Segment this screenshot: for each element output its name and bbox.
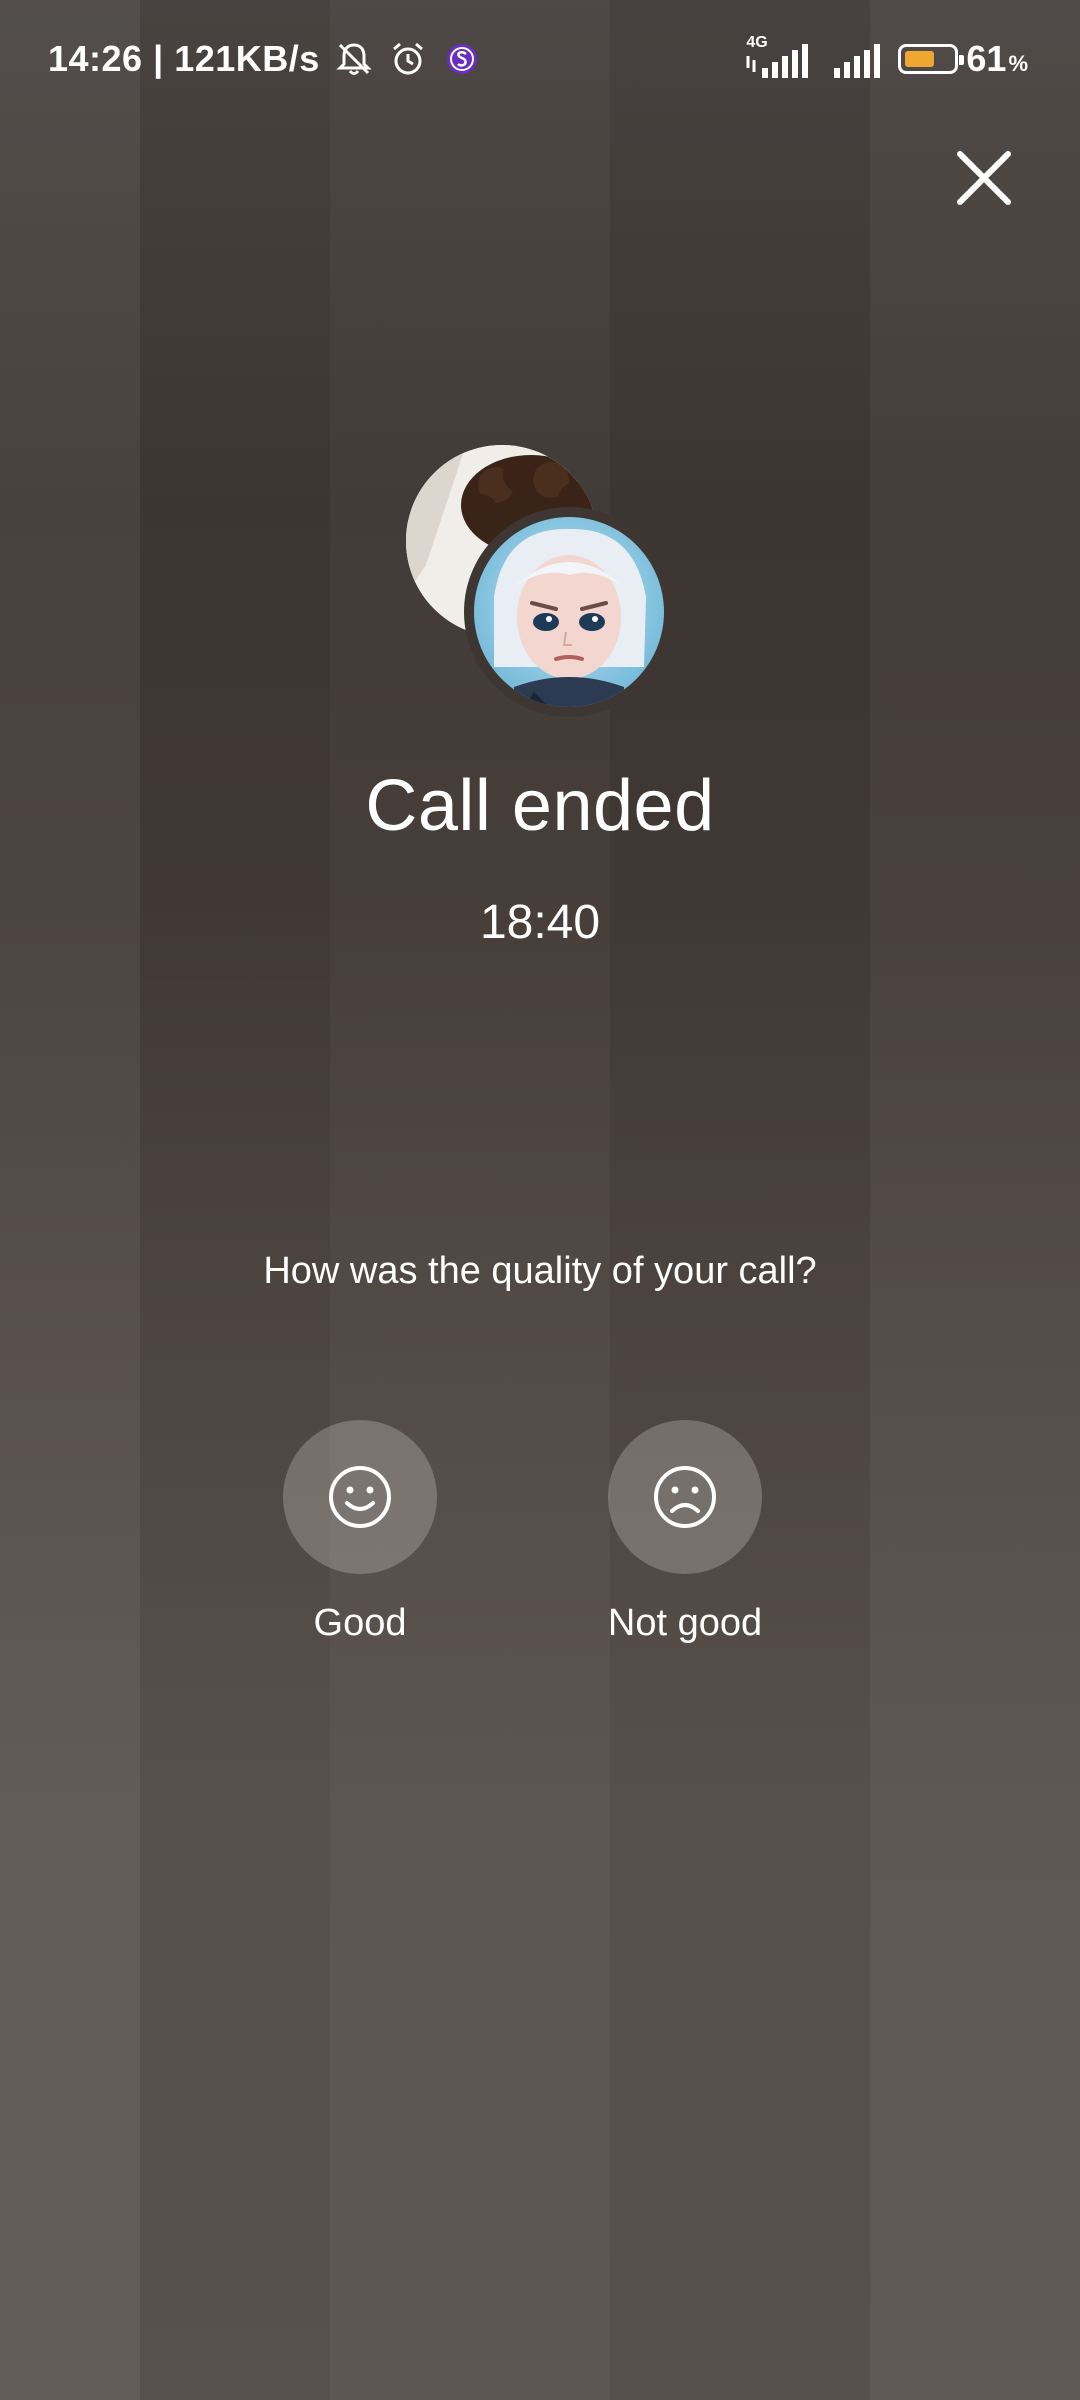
battery-icon xyxy=(898,44,965,74)
status-time: 14:26 | 121KB/s xyxy=(48,38,320,80)
network-indicator: 4G xyxy=(744,34,818,80)
network-type: 4G xyxy=(746,34,768,51)
signal-icon xyxy=(834,44,881,78)
rating-good-button[interactable]: Good xyxy=(240,1420,480,1645)
participants-avatars xyxy=(406,445,686,717)
rating-not-good-circle[interactable] xyxy=(608,1420,762,1574)
call-quality-question: How was the quality of your call? xyxy=(263,1250,817,1292)
mute-bell-icon xyxy=(336,43,372,75)
app-s-icon xyxy=(446,44,477,74)
battery-fill xyxy=(905,51,935,67)
sad-face-icon xyxy=(654,1466,716,1528)
battery-percent: 61% xyxy=(966,38,1028,79)
call-ended-title: Call ended xyxy=(365,766,715,846)
avatar xyxy=(464,507,674,717)
rating-good-label: Good xyxy=(313,1602,407,1644)
call-duration: 18:40 xyxy=(479,896,601,949)
smile-face-icon xyxy=(329,1466,391,1528)
close-icon xyxy=(957,151,1011,205)
clock-time: 14:26 xyxy=(48,38,143,79)
avatar-photo-cartoon xyxy=(474,517,664,707)
battery-indicator: 61% xyxy=(898,38,1028,80)
network-speed: 121KB/s xyxy=(174,38,320,79)
status-left: 14:26 | 121KB/s xyxy=(48,38,482,80)
rating-not-good-label: Not good xyxy=(607,1602,763,1644)
rating-not-good-button[interactable]: Not good xyxy=(565,1420,805,1645)
close-button[interactable] xyxy=(948,142,1020,214)
status-separator: | xyxy=(153,38,164,79)
alarm-icon xyxy=(392,42,423,75)
rating-good-circle[interactable] xyxy=(283,1420,437,1574)
status-bar: 14:26 | 121KB/s 4G 61% xyxy=(0,0,1080,120)
status-right: 4G 61% xyxy=(744,34,1028,80)
